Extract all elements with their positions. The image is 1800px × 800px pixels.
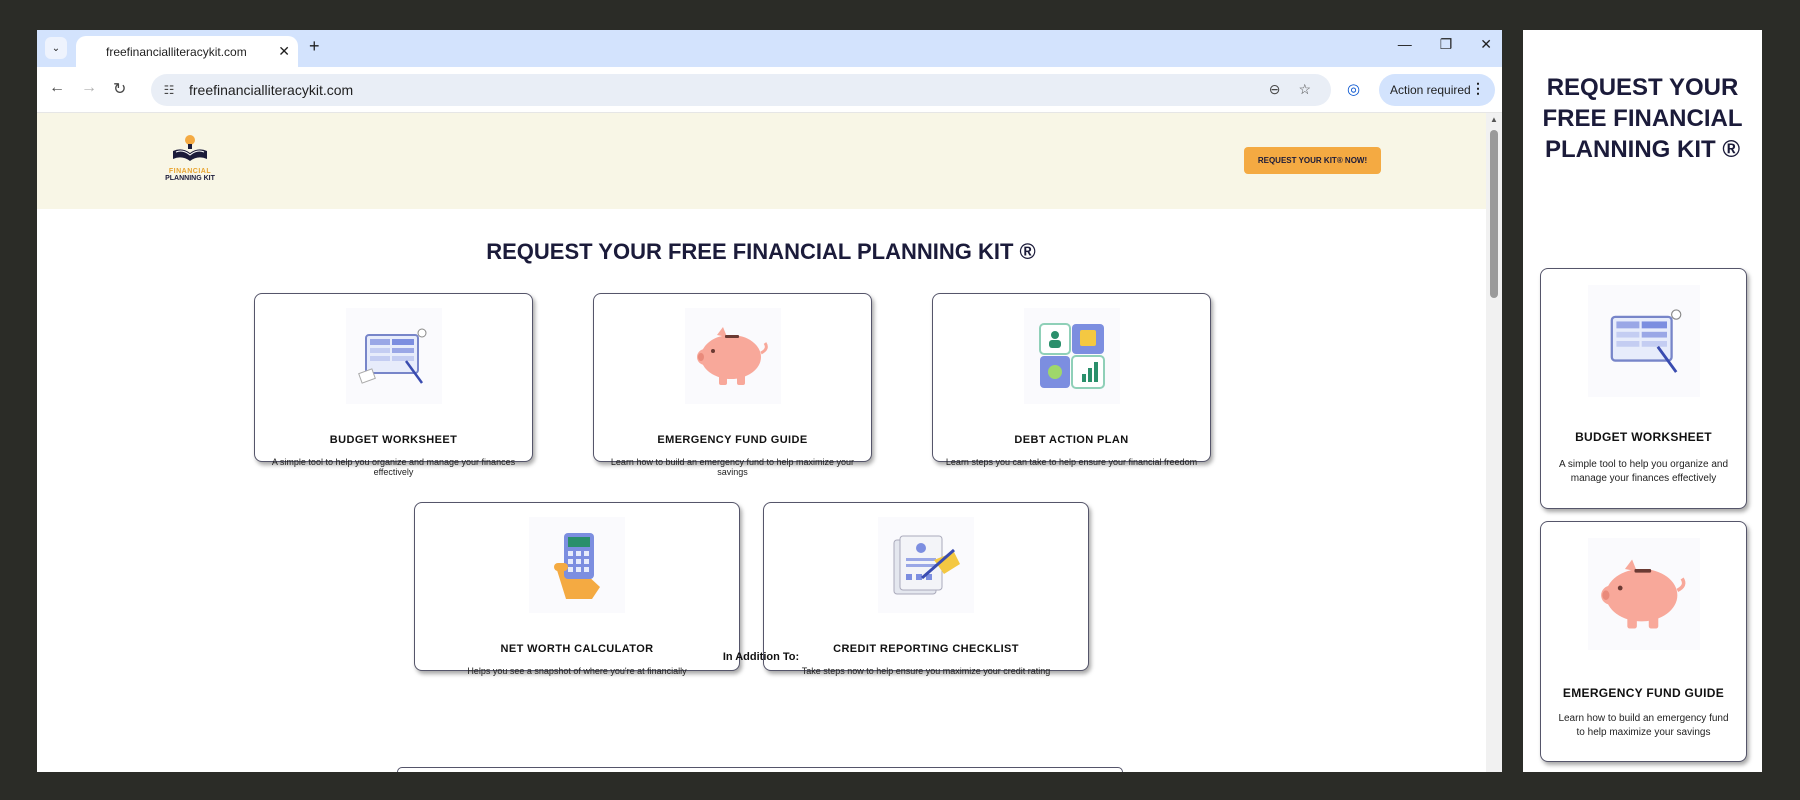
- checklist-icon: [878, 517, 974, 613]
- tab-search-button[interactable]: ⌄: [45, 37, 67, 59]
- card-title: BUDGET WORKSHEET: [329, 434, 458, 446]
- site-info-icon[interactable]: ☷: [155, 76, 183, 104]
- card-credit-reporting-checklist[interactable]: CREDIT REPORTING CHECKLIST Take steps no…: [763, 502, 1089, 676]
- tab-active[interactable]: freefinancialliteracykit.com ✕: [76, 36, 298, 67]
- card-budget-worksheet[interactable]: BUDGET WORKSHEET A simple tool to help y…: [254, 293, 533, 477]
- piggy-bank-icon: [684, 308, 781, 404]
- card-emergency-fund-guide[interactable]: EMERGENCY FUND GUIDE Learn how to build …: [593, 293, 872, 477]
- scroll-up-icon[interactable]: ▲: [1490, 115, 1498, 124]
- card-debt-action-plan[interactable]: DEBT ACTION PLAN Learn steps you can tak…: [932, 293, 1211, 467]
- restore-icon[interactable]: ❐: [1440, 36, 1453, 53]
- puzzle-icon: [1023, 308, 1120, 404]
- back-arrow-icon[interactable]: ←: [49, 79, 65, 97]
- close-icon[interactable]: ✕: [278, 43, 290, 60]
- forward-arrow-icon[interactable]: →: [81, 79, 97, 97]
- bookmark-star-icon[interactable]: ☆: [1298, 81, 1311, 98]
- card-description: A simple tool to help you organize and m…: [271, 457, 516, 477]
- card-description: Learn how to build an emergency fund to …: [610, 457, 855, 477]
- page-scrollbar[interactable]: ▲: [1486, 113, 1502, 772]
- card-description: Helps you see a snapshot of where you're…: [467, 666, 687, 676]
- chevron-down-icon: ⌄: [51, 42, 61, 54]
- card-title: DEBT ACTION PLAN: [1014, 434, 1129, 446]
- tab-bar: ⌄ freefinancialliteracykit.com ✕ + — ❐ ✕: [37, 30, 1502, 67]
- budget-worksheet-icon: [1587, 285, 1700, 397]
- new-tab-button[interactable]: +: [309, 36, 320, 57]
- browser-window: ⌄ freefinancialliteracykit.com ✕ + — ❐ ✕…: [37, 30, 1502, 772]
- card-net-worth-calculator[interactable]: NET WORTH CALCULATOR Helps you see a sna…: [414, 502, 740, 676]
- menu-dots-icon[interactable]: ⋮: [1471, 80, 1485, 97]
- logo-text-top: FINANCIAL: [168, 168, 212, 175]
- mobile-preview-panel: REQUEST YOUR FREE FINANCIAL PLANNING KIT…: [1523, 30, 1762, 772]
- scroll-thumb[interactable]: [1490, 130, 1498, 298]
- page-title: REQUEST YOUR FREE FINANCIAL PLANNING KIT…: [486, 239, 1036, 264]
- logo[interactable]: FINANCIAL PLANNING KIT: [162, 133, 218, 189]
- calculator-icon: [529, 517, 625, 613]
- profile-icon[interactable]: ◎: [1347, 80, 1360, 98]
- book-lightbulb-icon: [173, 135, 207, 161]
- window-controls: — ❐ ✕: [1398, 36, 1492, 53]
- card-description: Learn steps you can take to help ensure …: [945, 457, 1198, 467]
- logo-text-bottom: PLANNING KIT: [165, 175, 215, 182]
- request-kit-button[interactable]: REQUEST YOUR KIT® NOW!: [1244, 147, 1381, 174]
- side-card-title: EMERGENCY FUND GUIDE: [1562, 686, 1725, 700]
- side-card-emergency-fund-guide[interactable]: EMERGENCY FUND GUIDE Learn how to build …: [1540, 521, 1747, 762]
- omnibox-actions: ⊖ ☆: [1269, 81, 1311, 98]
- piggy-bank-icon: [1587, 538, 1700, 650]
- window-close-icon[interactable]: ✕: [1480, 36, 1492, 53]
- zoom-icon[interactable]: ⊖: [1269, 81, 1281, 98]
- action-required-button[interactable]: Action required ⋮: [1379, 74, 1495, 106]
- site-header: FINANCIAL PLANNING KIT REQUEST YOUR KIT®…: [37, 113, 1502, 209]
- tab-title: freefinancialliteracykit.com: [106, 44, 247, 59]
- budget-worksheet-icon: [345, 308, 442, 404]
- card-title: EMERGENCY FUND GUIDE: [657, 434, 808, 446]
- side-page-title: REQUEST YOUR FREE FINANCIAL PLANNING KIT…: [1542, 74, 1743, 163]
- in-addition-heading: In Addition To:: [722, 651, 800, 663]
- browser-toolbar: ← → ↻ ☷ freefinancialliteracykit.com ⊖ ☆…: [37, 67, 1502, 113]
- url-text[interactable]: freefinancialliteracykit.com: [189, 82, 353, 98]
- action-required-label: Action required: [1390, 83, 1471, 97]
- side-card-title: BUDGET WORKSHEET: [1575, 430, 1712, 444]
- page-viewport: FINANCIAL PLANNING KIT REQUEST YOUR KIT®…: [37, 113, 1502, 772]
- reload-icon[interactable]: ↻: [113, 79, 126, 99]
- address-bar[interactable]: ☷ freefinancialliteracykit.com ⊖ ☆: [151, 74, 1331, 106]
- side-card-description: A simple tool to help you organize and m…: [1559, 459, 1728, 484]
- card-description: Take steps now to help ensure you maximi…: [801, 666, 1051, 676]
- side-card-description: Learn how to build an emergency fund to …: [1558, 713, 1729, 738]
- additional-card-edge: [397, 767, 1123, 772]
- minimize-icon[interactable]: —: [1398, 36, 1412, 53]
- side-card-budget-worksheet[interactable]: BUDGET WORKSHEET A simple tool to help y…: [1540, 268, 1747, 509]
